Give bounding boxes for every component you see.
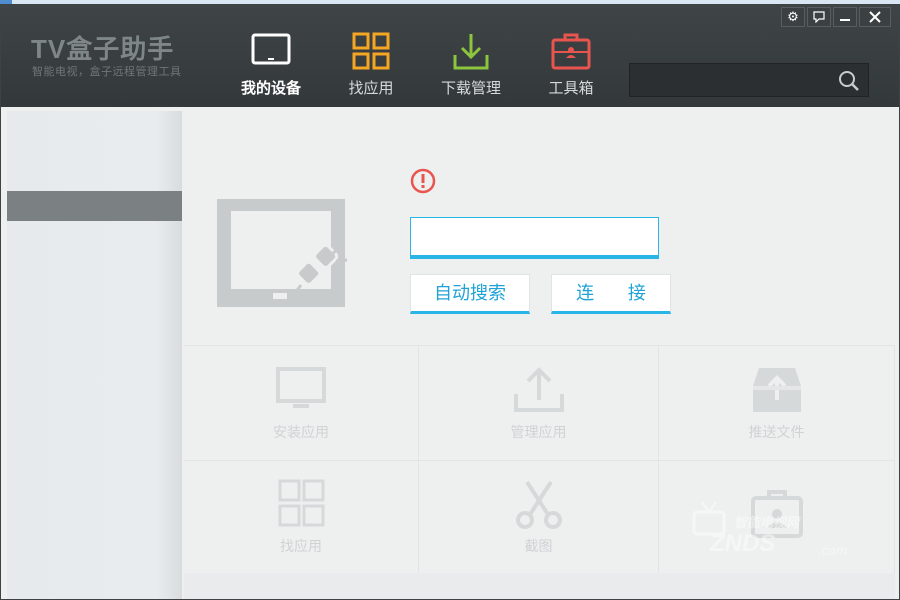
nav-download-manager[interactable]: 下载管理 <box>421 31 521 101</box>
nav-label: 找应用 <box>348 79 394 97</box>
upload-icon <box>513 367 564 412</box>
device-ip-field <box>410 217 659 259</box>
title-bar: TV盒子助手 智能电视，盒子远程管理工具 我的设备 找应用 下载管理 工具箱 ⚙ <box>1 5 899 107</box>
search-input[interactable] <box>636 68 830 94</box>
minimize-button[interactable] <box>833 7 857 27</box>
nav-label: 工具箱 <box>548 79 594 97</box>
feedback-icon <box>813 11 825 23</box>
watermark-logo: 智能电视网 ZNDS .com <box>690 500 890 570</box>
grid-apps-icon <box>278 479 325 527</box>
minimize-icon <box>840 19 850 21</box>
tile-screenshot[interactable]: 截图 <box>419 460 659 573</box>
inbox-upload-icon <box>752 368 801 412</box>
connect-button[interactable]: 连 接 <box>551 274 671 314</box>
watermark-text-cn: 智能电视网 <box>734 516 800 531</box>
feedback-button[interactable] <box>807 7 831 27</box>
device-sidebar <box>7 111 182 599</box>
tile-label: 推送文件 <box>748 425 805 441</box>
watermark-text-com: .com <box>818 544 848 558</box>
auto-search-button[interactable]: 自动搜索 <box>410 274 530 314</box>
close-button[interactable] <box>859 7 891 27</box>
toolbox-icon <box>551 33 591 70</box>
nav-toolbox[interactable]: 工具箱 <box>521 31 621 101</box>
tile-push-file[interactable]: 推送文件 <box>659 345 895 460</box>
grid-apps-icon <box>352 32 390 70</box>
gear-icon: ⚙ <box>787 9 799 25</box>
download-icon <box>453 34 489 70</box>
tile-label: 管理应用 <box>510 425 567 441</box>
tile-label: 截图 <box>524 539 553 555</box>
main-nav: 我的设备 找应用 下载管理 工具箱 <box>221 31 621 101</box>
monitor-icon <box>276 367 326 408</box>
watermark-text-znds: ZNDS <box>710 530 776 557</box>
app-subtitle: 智能电视，盒子远程管理工具 <box>32 65 182 78</box>
search-box <box>629 63 869 97</box>
window-controls: ⚙ <box>781 7 891 27</box>
sidebar-selected-item[interactable] <box>7 191 182 221</box>
tile-install-app[interactable]: 安装应用 <box>184 345 419 460</box>
search-icon[interactable] <box>838 70 860 92</box>
nav-label: 我的设备 <box>240 79 301 97</box>
scissors-icon <box>515 480 562 529</box>
tile-label: 找应用 <box>280 539 322 555</box>
tile-find-apps[interactable]: 找应用 <box>184 460 419 573</box>
app-logo: TV盒子助手 <box>31 34 175 64</box>
close-icon <box>869 11 881 23</box>
tile-manage-app[interactable]: 管理应用 <box>419 345 659 460</box>
nav-find-apps[interactable]: 找应用 <box>321 31 421 101</box>
nav-my-devices[interactable]: 我的设备 <box>221 31 321 101</box>
nav-label: 下载管理 <box>440 79 501 97</box>
warning-icon <box>410 168 436 194</box>
settings-button[interactable]: ⚙ <box>781 7 805 27</box>
tile-label: 安装应用 <box>273 425 329 441</box>
tv-icon <box>251 33 291 65</box>
device-ip-input[interactable] <box>411 218 658 255</box>
disconnected-tv-icon <box>217 199 348 307</box>
status-bar <box>184 573 895 599</box>
